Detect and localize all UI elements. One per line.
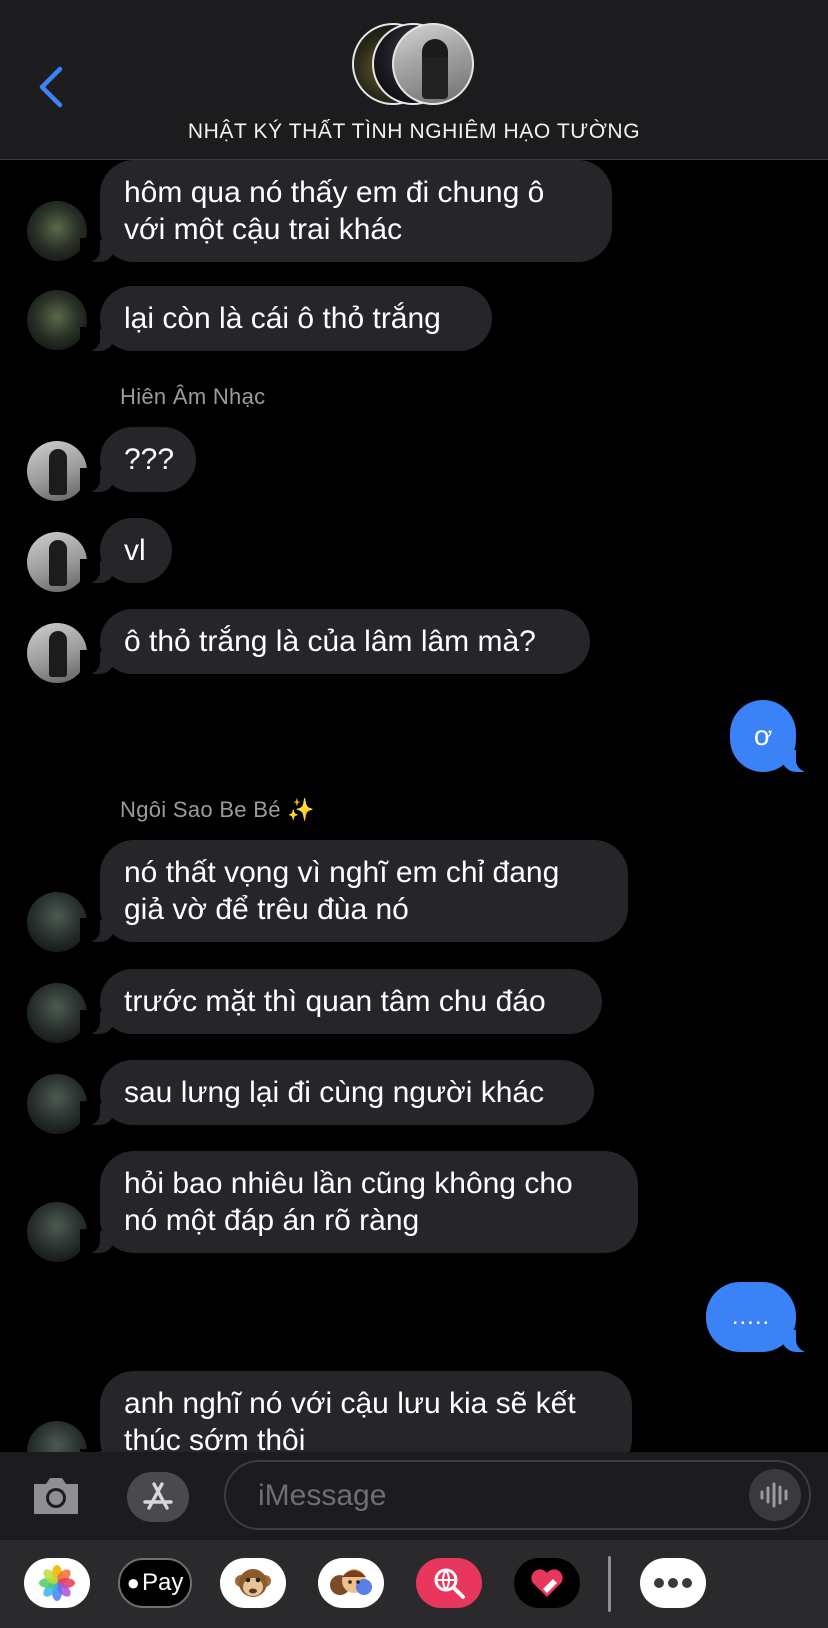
photos-app-button[interactable] <box>24 1558 90 1608</box>
memoji-stickers-icon <box>330 1569 372 1595</box>
message-input-field[interactable] <box>224 1460 811 1530</box>
avatar[interactable] <box>27 441 87 501</box>
app-drawer: ● Pay <box>0 1540 828 1628</box>
received-message[interactable]: nó thất vọng vì nghĩ em chỉ đang giả vờ … <box>80 840 628 942</box>
received-message[interactable]: hỏi bao nhiêu lần cũng không cho nó một … <box>80 1151 638 1253</box>
avatar[interactable] <box>27 201 87 261</box>
sent-message[interactable]: ơ <box>730 700 816 772</box>
received-message[interactable]: ô thỏ trắng là của lâm lâm mà? <box>80 609 590 674</box>
avatar[interactable] <box>27 623 87 683</box>
ellipsis-icon <box>654 1578 692 1588</box>
waveform-icon <box>760 1482 788 1508</box>
heart-touch-icon <box>531 1569 563 1597</box>
drawer-divider <box>608 1556 611 1612</box>
message-input[interactable] <box>256 1472 720 1520</box>
digital-touch-button[interactable] <box>514 1558 580 1608</box>
avatar[interactable] <box>27 290 87 350</box>
sender-name: Hiên Âm Nhạc <box>120 384 266 409</box>
sender-name: Ngôi Sao Be Bé ✨ <box>120 797 315 822</box>
photos-icon <box>39 1565 75 1601</box>
animoji-button[interactable] <box>220 1558 286 1608</box>
received-message[interactable]: hôm qua nó thấy em đi chung ô với một cậ… <box>80 160 612 262</box>
chevron-left-icon <box>39 66 63 108</box>
apple-pay-button[interactable]: ● Pay <box>118 1558 192 1608</box>
monkey-face-icon <box>235 1569 271 1597</box>
received-message[interactable]: ??? <box>80 427 196 492</box>
received-message[interactable]: lại còn là cái ô thỏ trắng <box>80 286 492 351</box>
apple-pay-label: Pay <box>141 1569 184 1596</box>
received-message[interactable]: vl <box>80 518 172 583</box>
avatar[interactable] <box>27 892 87 952</box>
camera-button[interactable] <box>30 1472 82 1518</box>
app-store-icon <box>143 1482 173 1510</box>
group-member-avatar <box>392 23 474 105</box>
received-message[interactable]: trước mặt thì quan tâm chu đáo <box>80 969 602 1034</box>
memoji-button[interactable] <box>318 1558 384 1608</box>
globe-search-icon <box>434 1568 465 1599</box>
avatar[interactable] <box>27 532 87 592</box>
camera-icon <box>34 1478 78 1514</box>
chat-header: NHẬT KÝ THẤT TÌNH NGHIÊM HẠO TƯỜNG <box>0 0 828 160</box>
apple-logo-icon: ● <box>126 1570 140 1595</box>
back-button[interactable] <box>30 62 70 112</box>
group-avatar-stack[interactable] <box>350 23 480 108</box>
sent-message-text: ơ <box>753 720 773 751</box>
compose-bar <box>0 1452 828 1540</box>
avatar[interactable] <box>27 1074 87 1134</box>
sent-message[interactable]: ..... <box>706 1282 816 1352</box>
avatar[interactable] <box>27 983 87 1043</box>
sent-message-text: ..... <box>731 1303 771 1330</box>
app-store-button[interactable] <box>127 1472 189 1522</box>
received-message[interactable]: sau lưng lại đi cùng người khác <box>80 1060 594 1125</box>
more-apps-button[interactable] <box>640 1558 706 1608</box>
voice-message-button[interactable] <box>749 1469 801 1521</box>
avatar[interactable] <box>27 1202 87 1262</box>
chat-title[interactable]: NHẬT KÝ THẤT TÌNH NGHIÊM HẠO TƯỜNG <box>0 120 828 144</box>
image-search-button[interactable] <box>416 1558 482 1608</box>
